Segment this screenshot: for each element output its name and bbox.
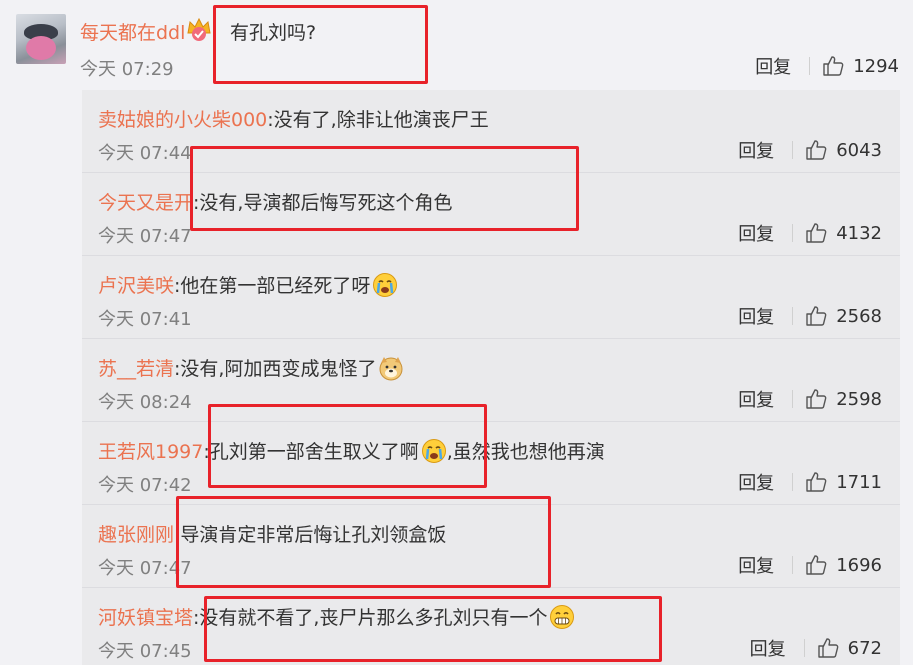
reply-text: :没有,阿加西变成鬼怪了 <box>174 358 377 380</box>
reply-text: :没有了,除非让他演丧尸王 <box>267 109 489 131</box>
reply-username[interactable]: 今天又是开 <box>98 188 193 215</box>
reply-item: 卢沢美咲:他在第一部已经死了呀 今天 07:41 回复 2568 <box>82 256 900 339</box>
reply-item: 河妖镇宝塔:没有就不看了,丧尸片那么多孔刘只有一个 今天 07:45 回复 672 <box>82 588 900 665</box>
like-count: 2568 <box>836 305 882 327</box>
reply-item: 王若风1997:孔刘第一部舍生取义了啊 ,虽然我也想他再演 今天 07:42 回… <box>82 422 900 505</box>
divider <box>792 390 794 408</box>
comment-text: 有孔刘吗? <box>230 22 317 44</box>
like-button[interactable]: 1696 <box>805 554 882 576</box>
like-button[interactable]: 1294 <box>822 55 899 77</box>
reply-username[interactable]: 王若风1997 <box>98 437 203 464</box>
reply-text: :没有就不看了,丧尸片那么多孔刘只有一个 <box>193 607 548 629</box>
like-count: 672 <box>847 637 882 659</box>
like-count: 2598 <box>836 388 882 410</box>
like-count: 6043 <box>836 139 882 161</box>
avatar[interactable] <box>16 14 66 64</box>
reply-button[interactable]: 回复 <box>750 635 786 661</box>
reply-item: 卖姑娘的小火柴000:没有了,除非让他演丧尸王 今天 07:44 回复 6043 <box>82 90 900 173</box>
like-count: 1711 <box>836 471 882 493</box>
thumbs-up-icon <box>806 472 827 492</box>
reply-time: 今天 07:45 <box>98 641 192 662</box>
like-button[interactable]: 6043 <box>805 139 882 161</box>
replies-panel: 卖姑娘的小火柴000:没有了,除非让他演丧尸王 今天 07:44 回复 6043 … <box>82 90 900 665</box>
reply-text: :孔刘第一部舍生取义了啊 <box>203 441 419 463</box>
reply-text: :导演肯定非常后悔让孔刘领盒饭 <box>174 524 447 546</box>
like-count: 1294 <box>853 55 899 77</box>
crying-face-icon <box>421 438 446 463</box>
thumbs-up-icon <box>823 56 844 76</box>
divider <box>809 57 811 75</box>
reply-time: 今天 07:42 <box>98 475 192 496</box>
reply-text-continued: ,虽然我也想他再演 <box>446 441 605 463</box>
divider <box>803 639 805 657</box>
like-button[interactable]: 2568 <box>805 305 882 327</box>
like-count: 1696 <box>836 554 882 576</box>
reply-text: :没有,导演都后悔写死这个角色 <box>193 192 453 214</box>
divider <box>792 141 794 159</box>
reply-button[interactable]: 回复 <box>738 386 774 412</box>
doge-icon <box>379 356 403 380</box>
reply-username[interactable]: 苏__若清 <box>98 354 174 381</box>
comment-time: 今天 07:29 <box>80 59 174 80</box>
like-button[interactable]: 1711 <box>805 471 882 493</box>
divider <box>792 224 794 242</box>
reply-username[interactable]: 卖姑娘的小火柴000 <box>98 105 267 132</box>
reply-button[interactable]: 回复 <box>738 552 774 578</box>
reply-time: 今天 07:44 <box>98 143 192 164</box>
like-button[interactable]: 2598 <box>805 388 882 410</box>
crying-face-icon <box>373 272 398 297</box>
thumbs-up-icon <box>806 306 827 326</box>
reply-time: 今天 07:47 <box>98 558 192 579</box>
thumbs-up-icon <box>806 140 827 160</box>
comment-username[interactable]: 每天都在ddl <box>80 18 185 45</box>
thumbs-up-icon <box>806 555 827 575</box>
reply-username[interactable]: 趣张刚刚 <box>98 520 174 547</box>
like-button[interactable]: 4132 <box>805 222 882 244</box>
reply-time: 今天 07:47 <box>98 226 192 247</box>
reply-button[interactable]: 回复 <box>738 220 774 246</box>
like-button[interactable]: 672 <box>817 637 882 659</box>
reply-username[interactable]: 河妖镇宝塔 <box>98 603 193 630</box>
comment-actions: 回复 1294 <box>755 53 899 79</box>
thumbs-up-icon <box>806 389 827 409</box>
crown-badge-icon <box>187 17 211 41</box>
reply-button[interactable]: 回复 <box>755 53 791 79</box>
reply-button[interactable]: 回复 <box>738 303 774 329</box>
thumbs-up-icon <box>806 223 827 243</box>
reply-username[interactable]: 卢沢美咲 <box>98 271 174 298</box>
reply-text: :他在第一部已经死了呀 <box>174 275 371 297</box>
reply-item: 趣张刚刚:导演肯定非常后悔让孔刘领盒饭 今天 07:47 回复 1696 <box>82 505 900 588</box>
reply-item: 苏__若清:没有,阿加西变成鬼怪了 今天 08:24 回复 2598 <box>82 339 900 422</box>
reply-time: 今天 08:24 <box>98 392 192 413</box>
divider <box>792 307 794 325</box>
divider <box>792 473 794 491</box>
reply-time: 今天 07:41 <box>98 309 192 330</box>
divider <box>792 556 794 574</box>
reply-button[interactable]: 回复 <box>738 469 774 495</box>
reply-item: 今天又是开:没有,导演都后悔写死这个角色 今天 07:47 回复 4132 <box>82 173 900 256</box>
like-count: 4132 <box>836 222 882 244</box>
reply-button[interactable]: 回复 <box>738 137 774 163</box>
thumbs-up-icon <box>817 638 839 658</box>
grinning-face-icon <box>550 604 575 629</box>
